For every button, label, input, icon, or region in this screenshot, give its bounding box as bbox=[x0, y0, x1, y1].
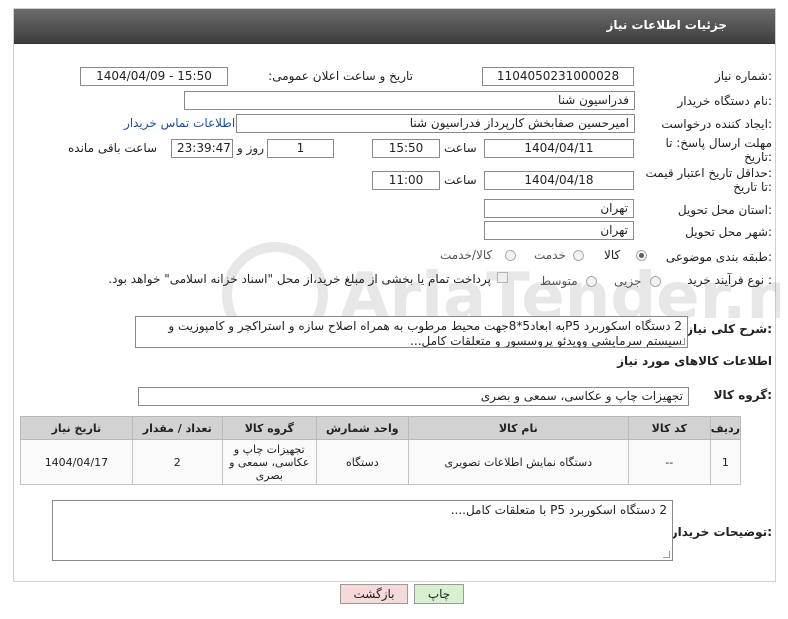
process-radio-minor[interactable] bbox=[650, 276, 661, 287]
treasury-payment-note: پرداخت تمام یا بخشی از مبلغ خرید،از محل … bbox=[108, 272, 491, 286]
announce-date-field[interactable]: 1404/04/09 - 15:50 bbox=[80, 67, 228, 86]
validity-time-field[interactable]: 11:00 bbox=[372, 171, 440, 190]
table-row: 1 -- دستگاه نمایش اطلاعات تصویری دستگاه … bbox=[20, 439, 742, 485]
category-option-service: خدمت bbox=[534, 248, 566, 262]
cell-group: تجهیزات چاپ و عکاسی، سمعی و بصری bbox=[221, 439, 317, 485]
col-code: کد کالا bbox=[627, 416, 711, 440]
col-date: تاریخ نیاز bbox=[20, 416, 133, 440]
treasury-payment-checkbox[interactable] bbox=[497, 272, 508, 283]
description-label: شرح کلی نیاز: bbox=[686, 322, 772, 336]
goods-section-title: اطلاعات کالاهای مورد نیاز bbox=[617, 354, 772, 368]
category-radio-goods[interactable] bbox=[636, 250, 647, 261]
col-name: نام کالا bbox=[407, 416, 629, 440]
panel-header: جزئیات اطلاعات نیاز bbox=[14, 9, 775, 44]
cell-date: 1404/04/17 bbox=[20, 439, 133, 485]
col-qty: تعداد / مقدار bbox=[131, 416, 223, 440]
description-text: 2 دستگاه اسکوربرد P5به ابعاد5*8جهت محیط … bbox=[168, 319, 682, 348]
back-button[interactable]: بازگشت bbox=[340, 584, 408, 604]
buyer-contact-link[interactable]: اطلاعات تماس خریدار bbox=[124, 116, 235, 130]
goods-group-field[interactable]: تجهیزات چاپ و عکاسی، سمعی و بصری bbox=[138, 387, 689, 406]
province-field[interactable]: تهران bbox=[484, 199, 634, 218]
deadline-label-date: تاریخ: bbox=[744, 150, 772, 164]
buyer-field[interactable]: فدراسیون شنا bbox=[184, 91, 635, 110]
buyer-label: نام دستگاه خریدار: bbox=[677, 94, 773, 108]
deadline-date-field[interactable]: 1404/04/11 bbox=[484, 139, 634, 158]
days-remaining-field[interactable]: 1 bbox=[267, 139, 334, 158]
description-field[interactable]: 2 دستگاه اسکوربرد P5به ابعاد5*8جهت محیط … bbox=[135, 316, 688, 348]
time-remaining-field[interactable]: 23:39:47 bbox=[171, 139, 233, 158]
category-radio-service[interactable] bbox=[573, 250, 584, 261]
days-label: روز و bbox=[237, 141, 264, 155]
goods-table-header: ردیف کد کالا نام کالا واحد شمارش گروه کا… bbox=[20, 416, 742, 440]
cell-row: 1 bbox=[709, 439, 742, 485]
buyer-notes-label: توضیحات خریدار: bbox=[670, 525, 772, 539]
process-option-medium: متوسط bbox=[540, 274, 578, 288]
col-group: گروه کالا bbox=[221, 416, 317, 440]
requester-field[interactable]: امیرحسین صفابخش کارپرداز فدراسیون شنا bbox=[236, 114, 635, 133]
cell-unit: دستگاه bbox=[315, 439, 409, 485]
validity-date-field[interactable]: 1404/04/18 bbox=[484, 171, 634, 190]
time-remaining-label: ساعت باقی مانده bbox=[68, 141, 158, 155]
col-unit: واحد شمارش bbox=[315, 416, 409, 440]
validity-label: حداقل تاریخ اعتبار قیمت: bbox=[645, 166, 772, 180]
announce-date-label: تاریخ و ساعت اعلان عمومی: bbox=[268, 69, 413, 83]
buyer-notes-field[interactable]: 2 دستگاه اسکوربرد P5 با متعلقات کامل.... bbox=[52, 500, 673, 561]
deadline-time-label: ساعت bbox=[444, 141, 477, 155]
col-row: ردیف bbox=[709, 416, 742, 440]
cell-code: -- bbox=[627, 439, 711, 485]
goods-group-label: گروه کالا: bbox=[713, 388, 772, 402]
need-number-field[interactable]: 1104050231000028 bbox=[482, 67, 634, 86]
need-number-label: شماره نیاز: bbox=[714, 69, 772, 83]
deadline-time-field[interactable]: 15:50 bbox=[372, 139, 440, 158]
city-field[interactable]: تهران bbox=[484, 221, 634, 240]
category-radio-goods-service[interactable] bbox=[505, 250, 516, 261]
cell-qty: 2 bbox=[131, 439, 223, 485]
resize-handle-icon[interactable] bbox=[678, 338, 685, 345]
category-label: طبقه بندی موضوعی: bbox=[665, 250, 772, 264]
validity-time-label: ساعت bbox=[444, 173, 477, 187]
cell-name: دستگاه نمایش اطلاعات تصویری bbox=[407, 439, 629, 485]
process-label: نوع فرآیند خرید : bbox=[687, 273, 772, 287]
buyer-notes-text: 2 دستگاه اسکوربرد P5 با متعلقات کامل.... bbox=[450, 503, 667, 517]
category-option-goods-service: کالا/خدمت bbox=[440, 248, 493, 262]
validity-label-date: تا تاریخ: bbox=[733, 180, 772, 194]
province-label: استان محل تحویل: bbox=[677, 203, 772, 217]
city-label: شهر محل تحویل: bbox=[685, 225, 772, 239]
deadline-label: مهلت ارسال پاسخ: تا bbox=[665, 136, 772, 150]
category-option-goods: کالا bbox=[604, 248, 621, 262]
requester-label: ایجاد کننده درخواست: bbox=[661, 117, 772, 131]
process-radio-medium[interactable] bbox=[586, 276, 597, 287]
goods-table: ردیف کد کالا نام کالا واحد شمارش گروه کا… bbox=[20, 416, 742, 485]
page-title: جزئیات اطلاعات نیاز bbox=[606, 18, 727, 32]
resize-handle-icon[interactable] bbox=[663, 551, 670, 558]
print-button[interactable]: چاپ bbox=[414, 584, 464, 604]
process-option-minor: جزیی bbox=[614, 274, 642, 288]
